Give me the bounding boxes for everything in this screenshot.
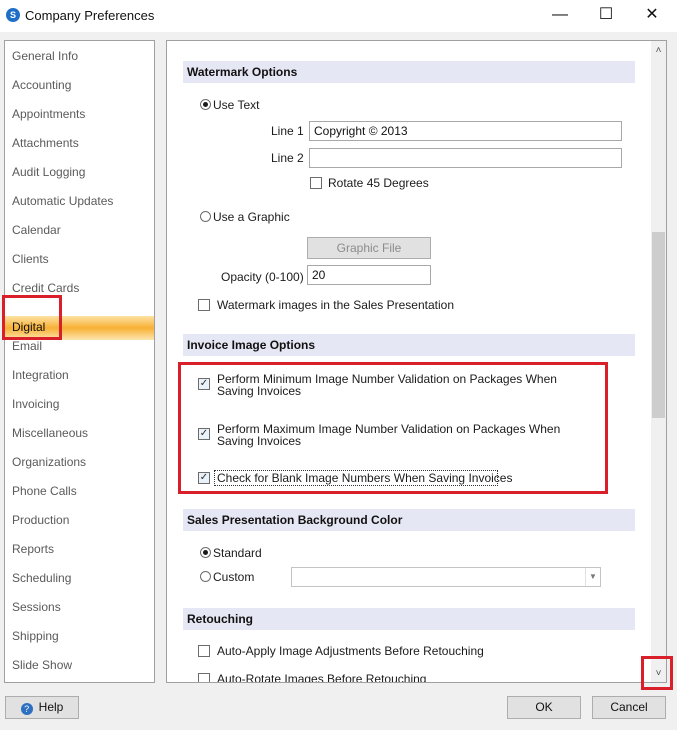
rotate-45-checkbox[interactable] [310,177,322,189]
section-header-background-color: Sales Presentation Background Color [183,509,635,531]
content-scrollbar[interactable]: ˄ ˅ [651,41,666,682]
use-graphic-label: Use a Graphic [213,210,290,224]
scroll-thumb[interactable] [652,232,665,418]
cancel-button[interactable]: Cancel [592,696,666,719]
highlight-box-invoice-options [178,362,608,494]
sidebar-item-integration[interactable]: Integration [5,364,154,388]
sidebar-item-miscellaneous[interactable]: Miscellaneous [5,422,154,446]
section-header-invoice-image: Invoice Image Options [183,334,635,356]
close-button[interactable]: ✕ [629,0,675,32]
sidebar-item-shipping[interactable]: Shipping [5,625,154,649]
preferences-sidebar: General Info Accounting Appointments Att… [4,40,155,683]
graphic-file-button[interactable]: Graphic File [307,237,431,259]
sidebar-item-scheduling[interactable]: Scheduling [5,567,154,591]
section-header-watermark: Watermark Options [183,61,635,83]
opacity-label: Opacity (0-100) [221,270,304,284]
help-button[interactable]: ? Help [5,696,79,719]
sidebar-item-attachments[interactable]: Attachments [5,132,154,156]
auto-apply-adjustments-checkbox[interactable] [198,645,210,657]
help-icon: ? [20,703,33,715]
section-header-retouching: Retouching [183,608,635,630]
sidebar-item-production[interactable]: Production [5,509,154,533]
sidebar-item-sessions[interactable]: Sessions [5,596,154,620]
sidebar-item-invoicing[interactable]: Invoicing [5,393,154,417]
standard-label: Standard [213,546,262,560]
ok-button[interactable]: OK [507,696,581,719]
line1-label: Line 1 [271,124,304,138]
dialog-body: General Info Accounting Appointments Att… [0,32,677,730]
app-icon: S [6,8,20,22]
maximize-button[interactable]: ☐ [583,0,629,32]
window-title: Company Preferences [25,8,155,23]
sidebar-item-slide-show[interactable]: Slide Show [5,654,154,678]
rotate-45-label: Rotate 45 Degrees [328,176,429,190]
line1-input[interactable]: Copyright © 2013 [309,121,622,141]
sidebar-item-appointments[interactable]: Appointments [5,103,154,127]
custom-label: Custom [213,570,255,584]
sidebar-item-accounting[interactable]: Accounting [5,74,154,98]
auto-apply-adjustments-label: Auto-Apply Image Adjustments Before Reto… [217,644,484,658]
minimize-button[interactable]: — [537,0,583,32]
watermark-sales-presentation-label: Watermark images in the Sales Presentati… [217,298,454,312]
line2-label: Line 2 [271,151,304,165]
custom-radio[interactable] [200,571,211,582]
watermark-sales-presentation-checkbox[interactable] [198,299,210,311]
use-text-radio[interactable] [200,99,211,110]
sidebar-item-phone-calls[interactable]: Phone Calls [5,480,154,504]
title-bar: S Company Preferences — ☐ ✕ [0,0,677,32]
custom-color-select[interactable]: ▼ [291,567,601,587]
sidebar-item-clients[interactable]: Clients [5,248,154,272]
standard-radio[interactable] [200,547,211,558]
sidebar-item-reports[interactable]: Reports [5,538,154,562]
auto-rotate-label: Auto-Rotate Images Before Retouching [217,672,427,683]
opacity-input[interactable]: 20 [307,265,431,285]
sidebar-item-audit-logging[interactable]: Audit Logging [5,161,154,185]
scroll-up-icon[interactable]: ˄ [651,43,666,58]
line2-input[interactable] [309,148,622,168]
use-text-label: Use Text [213,98,260,112]
highlight-box-digital [2,295,62,340]
sidebar-item-automatic-updates[interactable]: Automatic Updates [5,190,154,214]
sidebar-item-organizations[interactable]: Organizations [5,451,154,475]
dropdown-arrow-icon: ▼ [585,568,600,586]
highlight-box-scroll-down [641,656,673,690]
use-graphic-radio[interactable] [200,211,211,222]
help-label: Help [38,700,64,714]
sidebar-item-calendar[interactable]: Calendar [5,219,154,243]
sidebar-item-general-info[interactable]: General Info [5,45,154,69]
auto-rotate-checkbox[interactable] [198,673,210,682]
